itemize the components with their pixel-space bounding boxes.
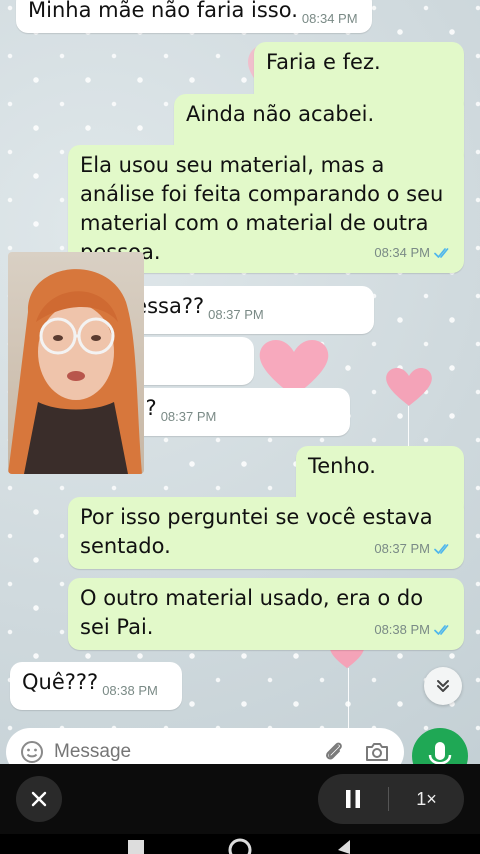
double-check-icon [434,624,449,635]
close-button[interactable] [16,776,62,822]
scroll-to-bottom-button[interactable] [424,667,462,705]
heart-decoration [386,368,432,406]
message-meta: 08:37 PM [161,402,217,431]
message-time: 08:37 PM [208,307,264,322]
message-time: 08:38 PM [374,622,430,637]
message-time: 08:34 PM [301,11,358,26]
playback-controls: 1× [318,774,464,824]
message-text: O outro material usado, era o do sei Pai… [80,586,424,639]
video-control-bar: 1× [0,764,480,834]
message-text: Quê??? [22,670,99,694]
message-time: 08:37 PM [374,541,430,556]
person-image [8,252,144,474]
message-time: 08:38 PM [102,683,158,698]
incoming-message[interactable]: Minha mãe não faria isso. 08:34 PM [16,0,372,33]
message-meta: 08:38 PM [102,676,158,705]
heart-string [348,668,349,728]
pause-button[interactable] [318,774,388,824]
close-icon [31,791,47,807]
message-text: Minha mãe não faria isso. [28,0,298,22]
playback-speed-button[interactable]: 1× [389,789,464,810]
double-check-icon [434,247,449,258]
outgoing-message[interactable]: Por isso perguntei se você estava sentad… [68,497,464,569]
home-icon[interactable] [228,838,252,854]
message-meta: 08:34 PM [302,4,358,33]
outgoing-message[interactable]: O outro material usado, era o do sei Pai… [68,578,464,650]
paperclip-icon[interactable] [322,740,346,764]
message-time: 08:37 PM [160,409,217,424]
recents-icon[interactable] [128,840,144,854]
camera-icon[interactable] [364,740,390,764]
emoji-icon[interactable] [20,740,44,764]
system-nav-bar [0,834,480,854]
incoming-message[interactable]: Quê??? 08:38 PM [10,662,182,710]
message-text: Tenho. [308,454,376,478]
message-text: Faria e fez. [266,50,381,74]
chevron-double-down-icon [437,680,449,692]
message-meta: 08:37 PM [374,534,452,563]
pause-icon [346,790,360,808]
message-meta: 08:38 PM [374,615,452,644]
message-meta: 08:34 PM [374,238,452,267]
message-input[interactable] [54,741,274,763]
double-check-icon [434,543,449,554]
message-time: 08:34 PM [374,245,430,260]
message-text: Ainda não acabei. [186,102,375,126]
message-meta: 08:37 PM [208,300,264,329]
back-icon[interactable] [338,840,350,854]
pip-video-overlay[interactable] [8,252,144,474]
